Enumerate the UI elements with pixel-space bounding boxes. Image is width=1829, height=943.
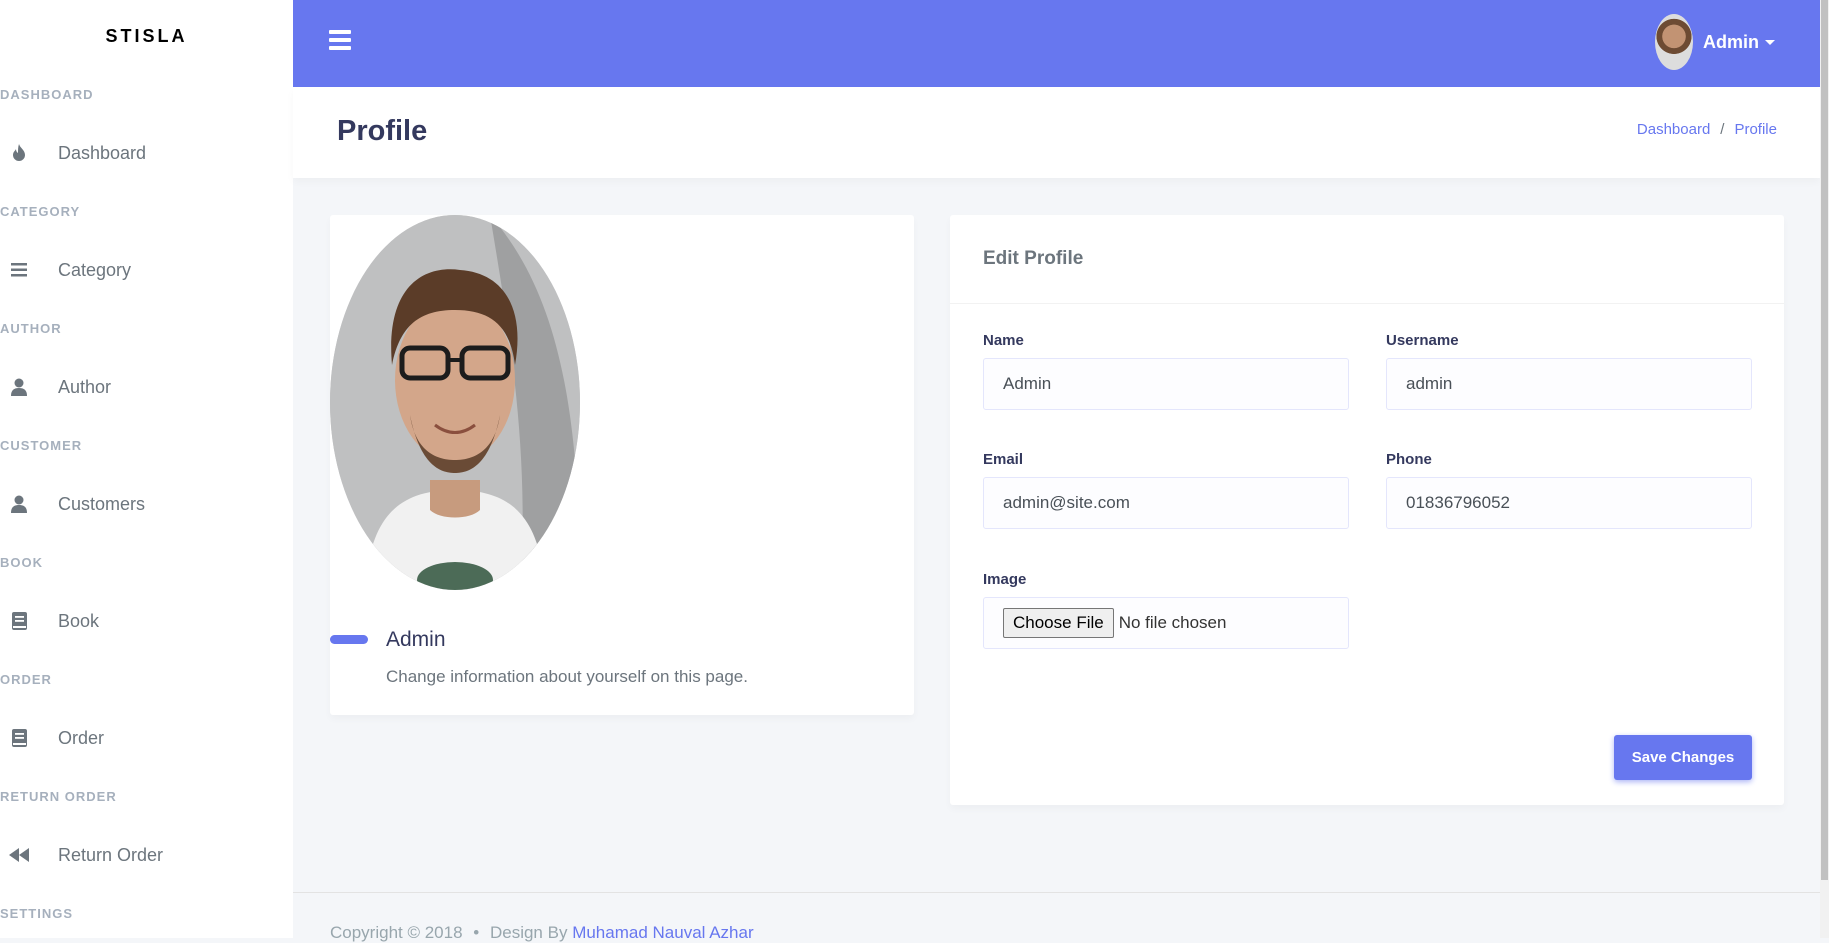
profile-card: Admin Change information about yourself …	[330, 215, 914, 715]
email-field[interactable]	[983, 477, 1349, 529]
top-navbar: Admin	[293, 0, 1820, 87]
fire-icon	[0, 144, 38, 162]
email-label: Email	[983, 451, 1024, 468]
accent-bullet	[330, 635, 368, 644]
caret-down-icon	[1765, 39, 1775, 45]
sidebar-item-order[interactable]: Order	[0, 702, 293, 774]
sidebar-item-label: Book	[58, 610, 100, 631]
image-label: Image	[983, 571, 1027, 588]
menu-header-return-order: RETURN ORDER	[0, 789, 117, 804]
sidebar-item-label: Dashboard	[58, 142, 147, 163]
page-title: Profile	[337, 115, 428, 147]
avatar	[1655, 14, 1693, 70]
email-group: Email	[983, 451, 1349, 529]
breadcrumb-profile[interactable]: Profile	[1734, 121, 1777, 138]
sidebar-item-dashboard[interactable]: Dashboard	[0, 117, 293, 189]
menu-header-settings: SETTINGS	[0, 906, 74, 921]
profile-photo	[330, 215, 580, 590]
user-dropdown[interactable]: Admin	[1655, 14, 1775, 70]
image-group: Image Choose File No file chosen	[983, 571, 1349, 649]
design-by-text: Design By	[489, 923, 568, 942]
username-field[interactable]	[1386, 358, 1752, 410]
sidebar-item-customers[interactable]: Customers	[0, 468, 293, 540]
sidebar-item-label: Order	[58, 727, 105, 748]
profile-name: Admin	[386, 628, 446, 651]
phone-group: Phone	[1386, 451, 1752, 529]
sidebar-item-label: Return Order	[58, 844, 164, 865]
backward-icon	[0, 848, 38, 862]
user-icon	[0, 495, 38, 513]
phone-field[interactable]	[1386, 477, 1752, 529]
menu-header-category: CATEGORY	[0, 204, 81, 219]
scrollbar-thumb[interactable]	[1821, 0, 1828, 880]
footer: Copyright © 2018 • Design By Muhamad Nau…	[293, 892, 1820, 942]
sidebar-item-category[interactable]: Category	[0, 234, 293, 306]
user-icon	[0, 378, 38, 396]
book-icon	[0, 612, 38, 630]
breadcrumb-dashboard[interactable]: Dashboard	[1637, 121, 1710, 138]
sidebar-item-book[interactable]: Book	[0, 585, 293, 657]
image-file-input[interactable]: Choose File No file chosen	[983, 597, 1349, 649]
name-field[interactable]	[983, 358, 1349, 410]
author-link[interactable]: Muhamad Nauval Azhar	[572, 923, 753, 942]
name-label: Name	[983, 332, 1024, 349]
hamburger-menu-icon[interactable]	[329, 30, 351, 52]
edit-profile-title: Edit Profile	[950, 215, 1784, 304]
book-icon	[0, 729, 38, 747]
file-status: No file chosen	[1118, 613, 1227, 632]
phone-label: Phone	[1386, 451, 1432, 468]
list-icon	[0, 263, 38, 277]
profile-description: Change information about yourself on thi…	[386, 667, 748, 686]
footer-dot: •	[473, 923, 480, 942]
copyright-text: Copyright © 2018	[330, 923, 463, 942]
sidebar: STISLA DASHBOARD Dashboard CATEGORY Cate…	[0, 0, 293, 938]
menu-header-dashboard: DASHBOARD	[0, 87, 94, 102]
page-scrollbar[interactable]	[1820, 0, 1829, 938]
choose-file-button[interactable]: Choose File	[1003, 608, 1114, 638]
breadcrumb-separator: /	[1720, 121, 1725, 138]
menu-header-order: ORDER	[0, 672, 52, 687]
sidebar-item-return-order[interactable]: Return Order	[0, 819, 293, 891]
save-changes-button[interactable]: Save Changes	[1614, 735, 1752, 780]
menu-header-book: BOOK	[0, 555, 43, 570]
section-header: Profile Dashboard / Profile	[293, 87, 1820, 178]
username-group: Username	[1386, 332, 1752, 410]
menu-header-author: AUTHOR	[0, 321, 62, 336]
sidebar-item-label: Category	[58, 259, 132, 280]
sidebar-item-label: Author	[58, 376, 112, 397]
breadcrumb: Dashboard / Profile	[1637, 121, 1777, 138]
menu-header-customer: CUSTOMER	[0, 438, 83, 453]
sidebar-item-label: Customers	[58, 493, 146, 514]
name-group: Name	[983, 332, 1349, 410]
brand-logo[interactable]: STISLA	[0, 0, 293, 72]
edit-profile-card: Edit Profile Name Username Email Phone I…	[950, 215, 1784, 805]
footer-text: Copyright © 2018 • Design By Muhamad Nau…	[330, 923, 754, 943]
username-label: Username	[1386, 332, 1459, 349]
user-name: Admin	[1703, 31, 1759, 52]
sidebar-item-author[interactable]: Author	[0, 351, 293, 423]
